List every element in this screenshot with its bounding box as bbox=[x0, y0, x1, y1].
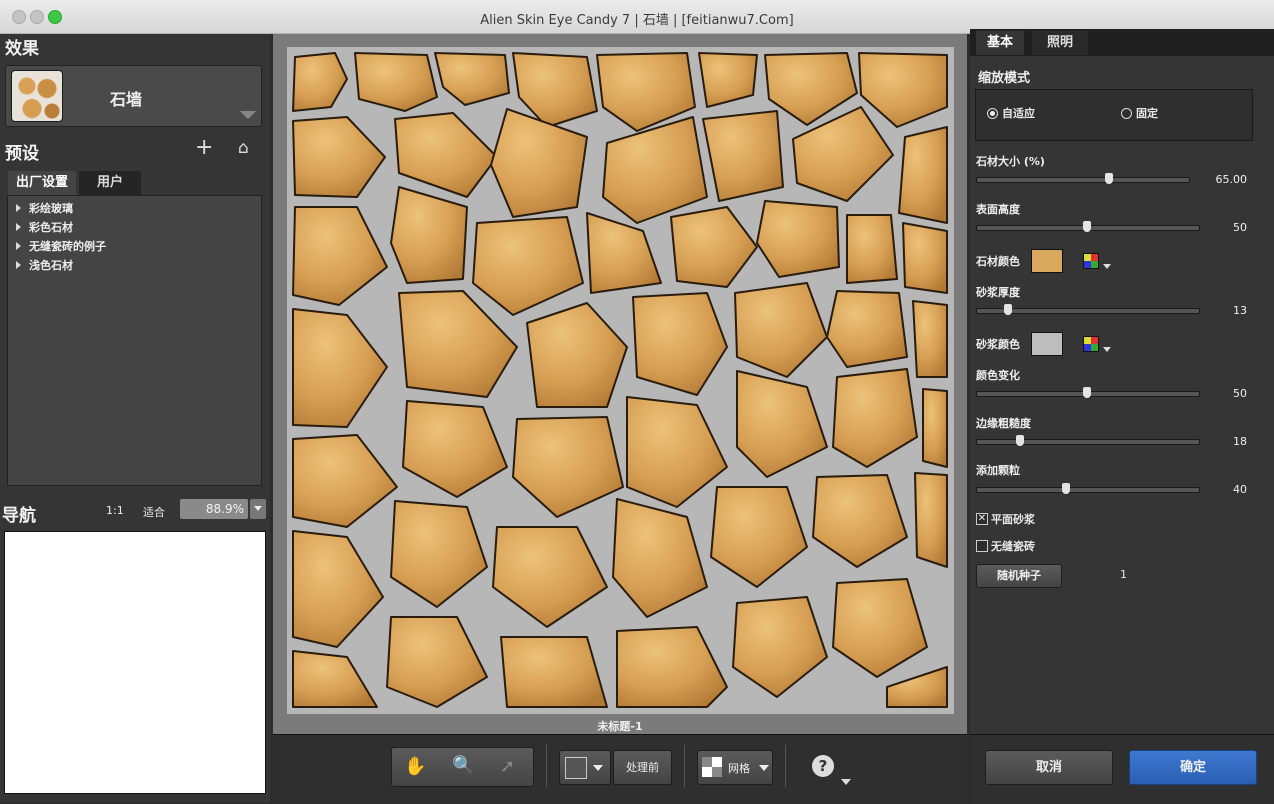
color-variation-value[interactable]: 50 bbox=[1187, 387, 1247, 400]
stone-color-swatch[interactable] bbox=[1031, 249, 1063, 273]
tab-basic[interactable]: 基本 bbox=[976, 31, 1024, 55]
presets-section-title: 预设 bbox=[5, 144, 39, 164]
zoom-level-field[interactable]: 88.9% bbox=[180, 499, 248, 519]
stone-wall-preview[interactable] bbox=[287, 47, 954, 714]
seamless-tile-checkbox[interactable] bbox=[976, 540, 988, 552]
grid-icon bbox=[702, 757, 722, 777]
surface-height-label: 表面高度 bbox=[976, 203, 1020, 216]
mortar-thickness-handle[interactable] bbox=[1004, 304, 1012, 315]
stone-size-value[interactable]: 65.00 bbox=[1187, 173, 1248, 186]
grid-button[interactable]: 网格 bbox=[697, 750, 773, 785]
stone-size-handle[interactable] bbox=[1105, 173, 1113, 184]
preset-item-colored-stone[interactable]: 彩色石材 bbox=[16, 219, 73, 235]
add-grain-handle[interactable] bbox=[1062, 483, 1070, 494]
mortar-color-label: 砂浆颜色 bbox=[976, 338, 1020, 351]
tab-factory-settings[interactable]: 出厂设置 bbox=[8, 171, 76, 195]
mortar-thickness-label: 砂浆厚度 bbox=[976, 286, 1020, 299]
stone-size-label: 石材大小 (%) bbox=[976, 155, 1045, 168]
add-preset-icon[interactable]: + bbox=[195, 135, 213, 160]
random-seed-value[interactable]: 1 bbox=[1120, 568, 1127, 581]
background-color-button[interactable] bbox=[559, 750, 611, 785]
mortar-color-swatch[interactable] bbox=[1031, 332, 1063, 356]
effect-section-title: 效果 bbox=[5, 39, 39, 59]
preset-item-stained-glass[interactable]: 彩绘玻璃 bbox=[16, 200, 73, 216]
preset-item-light-stone[interactable]: 浅色石材 bbox=[16, 257, 73, 273]
chevron-down-icon bbox=[759, 765, 769, 771]
tab-lighting[interactable]: 照明 bbox=[1032, 31, 1088, 55]
color-palette-icon[interactable] bbox=[1083, 336, 1099, 352]
arrow-tool-icon[interactable]: ➚ bbox=[500, 756, 515, 777]
random-seed-button[interactable]: 随机种子 bbox=[976, 564, 1062, 588]
surface-height-value[interactable]: 50 bbox=[1187, 221, 1247, 234]
toolbar-divider bbox=[785, 745, 786, 787]
before-button[interactable]: 处理前 bbox=[613, 750, 672, 785]
add-grain-slider[interactable] bbox=[976, 487, 1200, 493]
zoom-dropdown-button[interactable] bbox=[250, 499, 266, 519]
navigator-preview[interactable] bbox=[4, 531, 266, 794]
color-variation-label: 颜色变化 bbox=[976, 369, 1020, 382]
add-grain-label: 添加颗粒 bbox=[976, 464, 1020, 477]
tab-user[interactable]: 用户 bbox=[79, 171, 141, 195]
effect-dropdown-icon[interactable] bbox=[240, 111, 256, 119]
toolbar-divider bbox=[684, 745, 685, 787]
grid-label: 网格 bbox=[728, 762, 750, 775]
zoom-mode-title: 缩放模式 bbox=[978, 71, 1031, 86]
navigation-section-title: 导航 bbox=[2, 506, 36, 526]
radio-adaptive-label: 自适应 bbox=[1002, 107, 1035, 120]
home-icon[interactable]: ⌂ bbox=[238, 138, 249, 158]
seamless-tile-label: 无缝瓷砖 bbox=[991, 540, 1035, 553]
chevron-down-icon bbox=[593, 765, 603, 771]
edge-roughness-value[interactable]: 18 bbox=[1187, 435, 1247, 448]
chevron-down-icon bbox=[254, 506, 262, 511]
help-icon[interactable]: ? bbox=[812, 755, 834, 777]
flat-mortar-label: 平面砂浆 bbox=[991, 513, 1035, 526]
hand-tool-icon[interactable]: ✋ bbox=[404, 756, 426, 777]
mortar-thickness-value[interactable]: 13 bbox=[1187, 304, 1247, 317]
document-name: 未标题-1 bbox=[597, 720, 643, 733]
chevron-down-icon[interactable] bbox=[1103, 264, 1111, 269]
preset-item-seamless-tile-example[interactable]: 无缝瓷砖的例子 bbox=[16, 238, 106, 254]
help-dropdown-icon[interactable] bbox=[841, 779, 851, 785]
add-grain-value[interactable]: 40 bbox=[1187, 483, 1247, 496]
color-palette-icon[interactable] bbox=[1083, 253, 1099, 269]
chevron-down-icon[interactable] bbox=[1103, 347, 1111, 352]
background-swatch bbox=[565, 757, 587, 779]
stone-wall-thumbnail bbox=[11, 70, 63, 122]
radio-fixed-label: 固定 bbox=[1136, 107, 1158, 120]
zoom-1to1-button[interactable]: 1:1 bbox=[106, 504, 124, 517]
edge-roughness-handle[interactable] bbox=[1016, 435, 1024, 446]
flat-mortar-checkbox[interactable]: ✕ bbox=[976, 513, 988, 525]
effect-name: 石墙 bbox=[110, 90, 143, 109]
stone-color-label: 石材颜色 bbox=[976, 255, 1020, 268]
color-variation-handle[interactable] bbox=[1083, 387, 1091, 398]
edge-roughness-label: 边缘粗糙度 bbox=[976, 417, 1031, 430]
window-title: Alien Skin Eye Candy 7 | 石墙 | [feitianwu… bbox=[480, 13, 794, 28]
preset-list: 彩绘玻璃 彩色石材 无缝瓷砖的例子 浅色石材 bbox=[7, 195, 262, 486]
stone-size-slider[interactable] bbox=[976, 177, 1190, 183]
radio-fixed[interactable] bbox=[1121, 108, 1132, 119]
radio-adaptive[interactable] bbox=[987, 108, 998, 119]
tool-group: ✋ 🔍 ➚ bbox=[391, 747, 534, 787]
toolbar-divider bbox=[546, 745, 547, 787]
cancel-button[interactable]: 取消 bbox=[985, 750, 1113, 785]
zoom-tool-icon[interactable]: 🔍 bbox=[452, 755, 474, 776]
edge-roughness-slider[interactable] bbox=[976, 439, 1200, 445]
surface-height-handle[interactable] bbox=[1083, 221, 1091, 232]
ok-button[interactable]: 确定 bbox=[1129, 750, 1257, 785]
zoom-fit-button[interactable]: 适合 bbox=[143, 504, 165, 520]
